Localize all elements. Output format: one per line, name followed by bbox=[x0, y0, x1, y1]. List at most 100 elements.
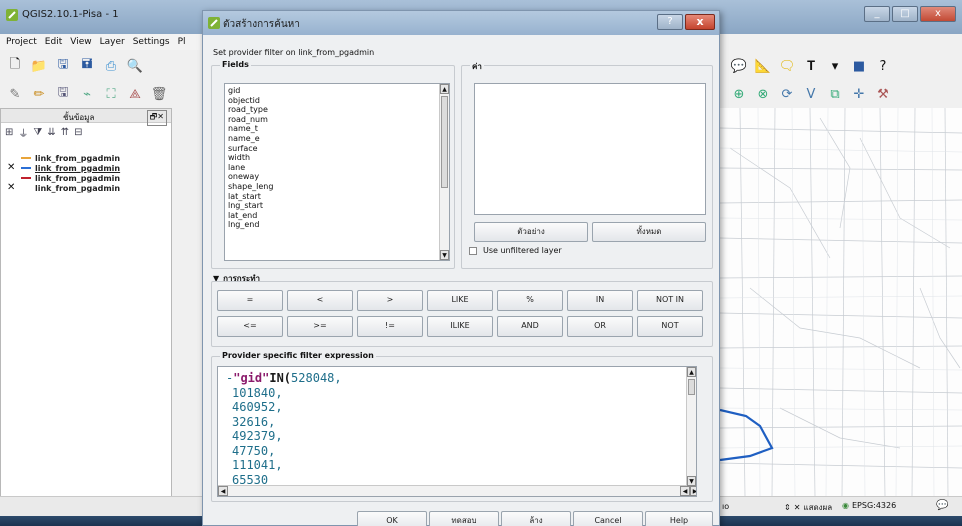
op-not-button[interactable]: NOT bbox=[637, 316, 703, 337]
identify-icon[interactable]: ⊕ bbox=[730, 85, 748, 103]
menu-view[interactable]: View bbox=[70, 37, 91, 47]
dropdown-arrow-icon[interactable]: ▾ bbox=[826, 57, 844, 75]
menu-layer[interactable]: Layer bbox=[100, 37, 125, 47]
scroll-left-arrow-icon[interactable]: ◀ bbox=[680, 486, 690, 496]
layer-item[interactable]: link_from_pgadmin bbox=[1, 173, 171, 183]
fields-scrollbar[interactable]: ▲ ▼ bbox=[439, 84, 449, 260]
new-project-icon[interactable]: 🗋 bbox=[6, 57, 24, 75]
tools-icon[interactable]: ⚒ bbox=[874, 85, 892, 103]
field-item[interactable]: name_e bbox=[225, 134, 449, 144]
snap-icon[interactable]: ✛ bbox=[850, 85, 868, 103]
digitize-icon[interactable]: ✎ bbox=[6, 85, 24, 103]
op-ilike-button[interactable]: ILIKE bbox=[427, 316, 493, 337]
all-values-button[interactable]: ทั้งหมด bbox=[592, 222, 706, 242]
field-item[interactable]: lane bbox=[225, 163, 449, 173]
checkbox-box[interactable] bbox=[469, 246, 477, 255]
field-item[interactable]: name_t bbox=[225, 124, 449, 134]
crs-status[interactable]: ◉ EPSG:4326 bbox=[842, 501, 896, 510]
scroll-right-arrow-icon[interactable]: ▶ bbox=[690, 486, 696, 496]
op-less-equal-button[interactable]: <= bbox=[217, 316, 283, 337]
layer-item[interactable]: ✕ link_from_pgadmin bbox=[1, 182, 171, 193]
menu-edit[interactable]: Edit bbox=[45, 37, 62, 47]
render-toggle[interactable]: ⇕ ✕ แสดงผล bbox=[784, 501, 832, 514]
layer-item[interactable]: ✕ link_from_pgadmin bbox=[1, 162, 171, 173]
move-feature-icon[interactable]: ⛶ bbox=[102, 85, 120, 103]
node-tool-icon[interactable]: ⟁ bbox=[126, 85, 144, 103]
field-item[interactable]: road_type bbox=[225, 105, 449, 115]
use-unfiltered-checkbox[interactable]: Use unfiltered layer bbox=[469, 246, 562, 255]
collapse-all-icon[interactable]: ⇈ bbox=[61, 127, 69, 138]
save-edits-icon[interactable]: 🖫 bbox=[54, 85, 72, 103]
filter-legend-icon[interactable]: ⧩ bbox=[33, 127, 42, 138]
menu-project[interactable]: Project bbox=[6, 37, 37, 47]
field-item[interactable]: lat_end bbox=[225, 211, 449, 221]
scroll-down-arrow-icon[interactable]: ▼ bbox=[687, 476, 696, 486]
scroll-up-arrow-icon[interactable]: ▲ bbox=[440, 84, 449, 94]
pencil-icon[interactable]: ✏ bbox=[30, 85, 48, 103]
panel-float-close-icon[interactable]: 🗗✕ bbox=[146, 110, 167, 126]
fields-list[interactable]: gid objectid road_type road_num name_t n… bbox=[224, 83, 450, 261]
whats-this-icon[interactable]: ? bbox=[874, 57, 892, 75]
plugin-icon[interactable]: ⧉ bbox=[826, 85, 844, 103]
cancel-button[interactable]: Cancel bbox=[573, 511, 643, 526]
print-composer-icon[interactable]: ⎙ bbox=[102, 57, 120, 75]
field-item[interactable]: road_num bbox=[225, 115, 449, 125]
maximize-button[interactable]: □ bbox=[892, 6, 918, 22]
vertex-icon[interactable]: V bbox=[802, 85, 820, 103]
open-project-icon[interactable]: 📁 bbox=[30, 57, 48, 75]
field-item[interactable]: width bbox=[225, 153, 449, 163]
values-list[interactable] bbox=[474, 83, 706, 215]
scroll-up-arrow-icon[interactable]: ▲ bbox=[687, 367, 696, 377]
menu-settings[interactable]: Settings bbox=[133, 37, 170, 47]
op-percent-button[interactable]: % bbox=[497, 290, 563, 311]
speech-bubble-icon[interactable]: 💬 bbox=[730, 57, 748, 75]
field-item[interactable]: oneway bbox=[225, 172, 449, 182]
zoom-icon[interactable]: 🔍 bbox=[126, 57, 144, 75]
layer-visibility-check-icon[interactable]: ✕ bbox=[7, 182, 15, 193]
annotation-icon[interactable]: 🗨 bbox=[778, 57, 796, 75]
scroll-left-arrow-icon[interactable]: ◀ bbox=[218, 486, 228, 496]
map-canvas[interactable] bbox=[720, 108, 962, 496]
filter-icon[interactable]: ⏚ bbox=[18, 125, 28, 140]
add-feature-icon[interactable]: ⌁ bbox=[78, 85, 96, 103]
clear-button[interactable]: ล้าง bbox=[501, 511, 571, 526]
sample-button[interactable]: ตัวอย่าง bbox=[474, 222, 588, 242]
dialog-help-button[interactable]: ? bbox=[657, 14, 683, 30]
remove-layer-icon[interactable]: ⊟ bbox=[74, 127, 82, 138]
dialog-close-button[interactable]: x bbox=[685, 14, 715, 30]
expression-vscrollbar[interactable]: ▲ ▼ bbox=[686, 367, 696, 486]
scroll-thumb[interactable] bbox=[688, 379, 695, 395]
label-tool-icon[interactable]: ⊗ bbox=[754, 85, 772, 103]
expression-hscrollbar[interactable]: ◀ ◀ ▶ bbox=[218, 485, 696, 496]
op-equals-button[interactable]: = bbox=[217, 290, 283, 311]
field-item[interactable]: objectid bbox=[225, 96, 449, 106]
menu-plugins[interactable]: Pl bbox=[178, 37, 186, 47]
field-item[interactable]: gid bbox=[225, 86, 449, 96]
spinner-arrows-icon[interactable]: ⇕ bbox=[784, 503, 791, 512]
op-in-button[interactable]: IN bbox=[567, 290, 633, 311]
op-not-in-button[interactable]: NOT IN bbox=[637, 290, 703, 311]
messages-icon[interactable]: 💬 bbox=[936, 500, 948, 511]
save-project-icon[interactable]: 🖫 bbox=[54, 57, 72, 75]
save-as-icon[interactable]: 🖬 bbox=[78, 57, 96, 75]
test-button[interactable]: ทดสอบ bbox=[429, 511, 499, 526]
field-item[interactable]: lat_start bbox=[225, 192, 449, 202]
layer-visibility-check-icon[interactable]: ✕ bbox=[7, 162, 15, 173]
op-greater-button[interactable]: > bbox=[357, 290, 423, 311]
text-annotation-icon[interactable]: 𝐓 bbox=[802, 57, 820, 75]
ok-button[interactable]: OK bbox=[357, 511, 427, 526]
measure-icon[interactable]: 📐 bbox=[754, 57, 772, 75]
rotate-label-icon[interactable]: ⟳ bbox=[778, 85, 796, 103]
help-button[interactable]: Help bbox=[645, 511, 713, 526]
expand-all-icon[interactable]: ⇊ bbox=[47, 127, 55, 138]
minimize-button[interactable]: _ bbox=[864, 6, 890, 22]
op-and-button[interactable]: AND bbox=[497, 316, 563, 337]
field-item[interactable]: lng_end bbox=[225, 220, 449, 230]
op-greater-equal-button[interactable]: >= bbox=[287, 316, 353, 337]
close-window-button[interactable]: x bbox=[920, 6, 956, 22]
field-item[interactable]: shape_leng bbox=[225, 182, 449, 192]
field-item[interactable]: surface bbox=[225, 144, 449, 154]
scroll-thumb[interactable] bbox=[441, 96, 448, 188]
layer-item[interactable]: link_from_pgadmin bbox=[1, 153, 171, 163]
map-tips-icon[interactable]: ■ bbox=[850, 57, 868, 75]
